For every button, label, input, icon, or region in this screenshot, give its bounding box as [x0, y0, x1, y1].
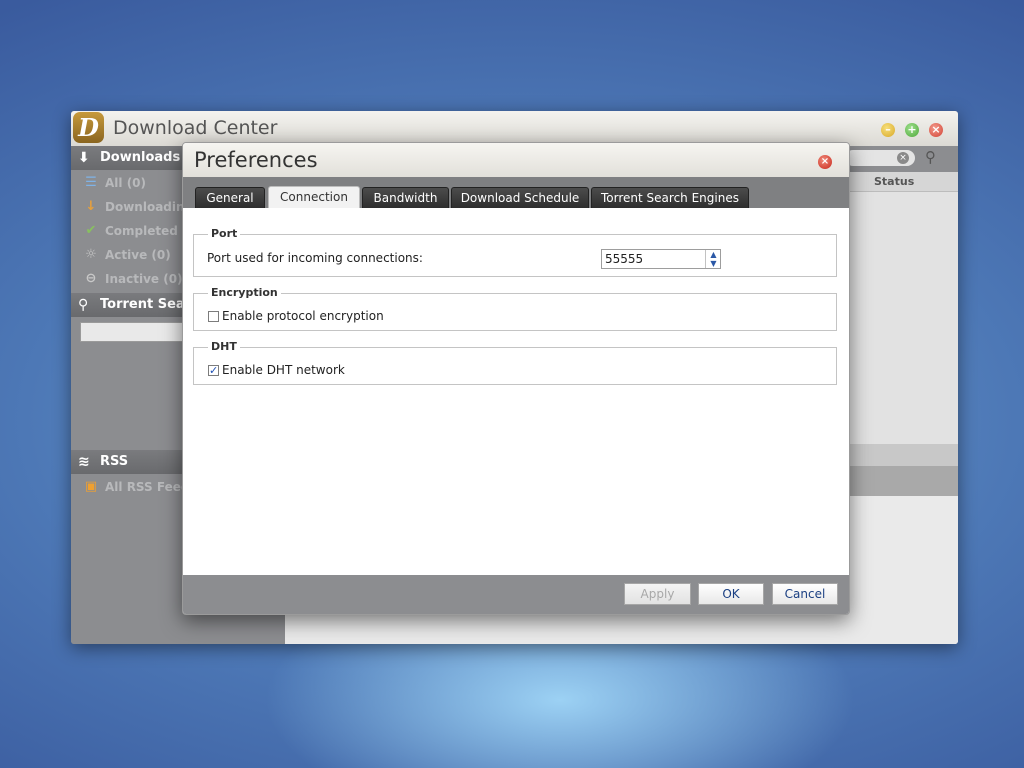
window-title: Download Center [113, 117, 278, 139]
download-arrow-icon: ↓ [85, 199, 97, 214]
dialog-titlebar[interactable]: Preferences × [183, 143, 849, 177]
connection-panel: Port Port used for incoming connections:… [183, 208, 849, 575]
encryption-group-title: Encryption [208, 286, 281, 299]
port-input[interactable] [602, 250, 707, 268]
dialog-title: Preferences [194, 148, 318, 172]
port-group-title: Port [208, 227, 241, 240]
close-icon[interactable]: × [929, 123, 943, 137]
minus-circle-icon: ⊖ [85, 271, 97, 286]
rss-header-icon: ≋ [78, 454, 90, 470]
close-icon[interactable]: × [818, 155, 832, 169]
main-search-input[interactable]: × [845, 150, 915, 166]
dht-group-title: DHT [208, 340, 240, 353]
tab-torrent-search-engines[interactable]: Torrent Search Engines [591, 187, 749, 208]
search-icon: ⚲ [78, 297, 89, 313]
rss-icon: ▣ [84, 479, 98, 494]
app-logo: D [73, 112, 104, 143]
tab-connection[interactable]: Connection [268, 186, 360, 208]
dialog-footer: Apply OK Cancel [183, 575, 849, 614]
encryption-checkbox-label[interactable]: Enable protocol encryption [222, 309, 384, 323]
download-icon: ⬇ [78, 150, 90, 166]
encryption-group: Encryption Enable protocol encryption [193, 286, 837, 331]
port-spinner-buttons: ▲ ▼ [705, 250, 721, 268]
port-spinner[interactable]: ▲ ▼ [601, 249, 721, 269]
dht-checkbox-label[interactable]: Enable DHT network [222, 363, 345, 377]
checkmark-icon: ✔ [85, 223, 97, 238]
tab-download-schedule[interactable]: Download Schedule [451, 187, 589, 208]
apply-button[interactable]: Apply [624, 583, 691, 605]
list-icon: ☰ [85, 175, 97, 190]
port-label: Port used for incoming connections: [207, 251, 423, 265]
tab-general[interactable]: General [195, 187, 265, 208]
cancel-button[interactable]: Cancel [772, 583, 838, 605]
chevron-down-icon[interactable]: ▼ [706, 259, 721, 268]
sun-icon: ☼ [85, 247, 97, 262]
port-group: Port Port used for incoming connections:… [193, 227, 837, 277]
chevron-up-icon[interactable]: ▲ [706, 250, 721, 259]
column-status[interactable]: Status [874, 175, 914, 188]
tab-bar: General Connection Bandwidth Download Sc… [183, 177, 849, 208]
dht-checkbox[interactable]: ✓ [208, 365, 219, 376]
ok-button[interactable]: OK [698, 583, 764, 605]
encryption-checkbox[interactable] [208, 311, 219, 322]
window-titlebar[interactable]: D Download Center – + × [71, 111, 958, 146]
dht-group: DHT ✓ Enable DHT network [193, 340, 837, 385]
tab-bandwidth[interactable]: Bandwidth [362, 187, 449, 208]
clear-search-icon[interactable]: × [897, 152, 909, 164]
maximize-icon[interactable]: + [905, 123, 919, 137]
minimize-icon[interactable]: – [881, 123, 895, 137]
search-icon[interactable]: ⚲ [925, 148, 936, 166]
preferences-dialog: Preferences × General Connection Bandwid… [182, 142, 850, 615]
